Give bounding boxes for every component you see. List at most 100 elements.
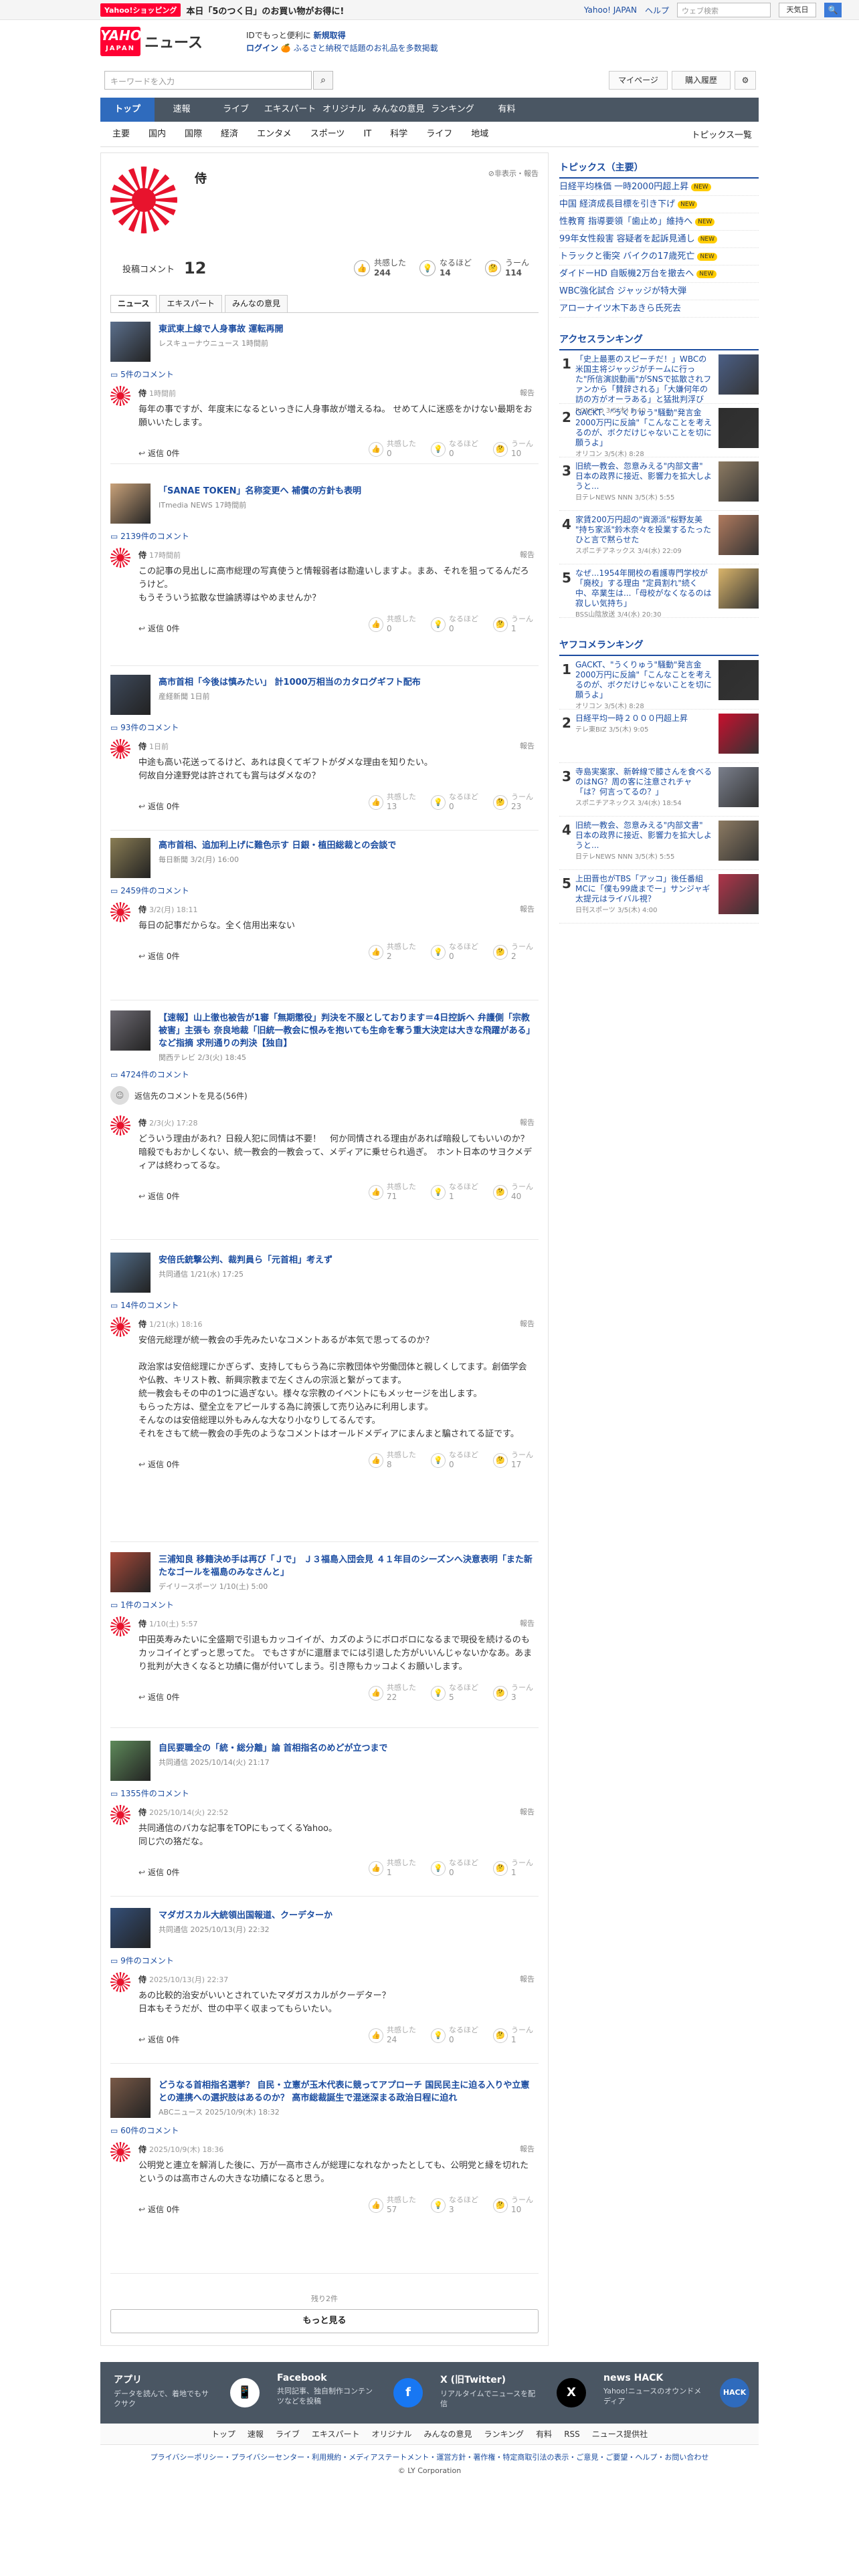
- insight-button[interactable]: 💡 なるほど 0: [431, 2026, 478, 2045]
- empathy-button[interactable]: 👍 共感した 24: [369, 2026, 416, 2045]
- search-icon[interactable]: ⌕: [313, 71, 333, 90]
- footer-nav-link[interactable]: エキスパート: [312, 2428, 360, 2440]
- article-thumbnail[interactable]: [110, 1552, 151, 1592]
- article-thumbnail[interactable]: [110, 1253, 151, 1293]
- hmm-button[interactable]: 🤔 うーん 1: [493, 1858, 533, 1878]
- article-title[interactable]: マダガスカル大統領出国報道、クーデターか 共同通信 2025/10/13(月) 2…: [159, 1909, 537, 1936]
- hmm-button[interactable]: 🤔 うーん 2: [493, 942, 533, 962]
- purchase-history-button[interactable]: 購入履歴: [672, 71, 731, 90]
- empathy-button[interactable]: 👍 共感した 2: [369, 942, 416, 962]
- report-link[interactable]: 報告: [520, 1318, 535, 1329]
- hmm-button[interactable]: 🤔 うーん 1: [493, 2026, 533, 2045]
- article-title[interactable]: 安倍氏銃撃公判、裁判員ら「元首相」考えず 共同通信 1/21(水) 17:25: [159, 1254, 537, 1281]
- commenter-avatar[interactable]: [110, 739, 130, 759]
- nav-tab-paid[interactable]: 有料: [480, 98, 534, 122]
- commenter-name[interactable]: 侍 1/10(土) 5:57: [138, 1618, 198, 1629]
- reply-button[interactable]: ↩ 返信 0件: [138, 1190, 179, 1202]
- empathy-button[interactable]: 👍 共感した 13: [369, 792, 416, 812]
- article-thumbnail[interactable]: [110, 1010, 151, 1051]
- reply-button[interactable]: ↩ 返信 0件: [138, 2034, 179, 2045]
- commenter-avatar[interactable]: [110, 1115, 130, 1136]
- gear-icon[interactable]: ⚙: [735, 71, 756, 90]
- hmm-button[interactable]: 🤔 うーん 10: [493, 2195, 533, 2215]
- category-life[interactable]: ライフ: [417, 122, 462, 147]
- reply-button[interactable]: ↩ 返信 0件: [138, 623, 179, 634]
- comment-count-link[interactable]: ▭ 9件のコメント: [110, 1955, 174, 1966]
- footer-nav-link[interactable]: ライブ: [276, 2428, 300, 2440]
- tab-opinion[interactable]: みんなの意見: [225, 295, 288, 312]
- article-thumbnail[interactable]: [110, 838, 151, 878]
- help-link[interactable]: ヘルプ: [645, 5, 669, 16]
- legal-links[interactable]: プライバシーポリシー・プライバシーセンター・利用規約・メディアステートメント・運…: [100, 2452, 759, 2464]
- empathy-button[interactable]: 👍 共感した 0: [369, 439, 416, 459]
- footer-nav-link[interactable]: みんなの意見: [424, 2428, 472, 2440]
- commenter-name[interactable]: 侍 2025/10/13(月) 22:37: [138, 1973, 228, 1985]
- comment-count-link[interactable]: ▭ 1355件のコメント: [110, 1788, 189, 1799]
- hide-report-link[interactable]: ⊘非表示・報告: [488, 168, 539, 179]
- ranking-item[interactable]: 1 GACKT、"うくりゅう"騒動"発言金2000万円に反論"「こんなことを考え…: [559, 656, 759, 710]
- category-world[interactable]: 国際: [175, 122, 211, 147]
- topic-item[interactable]: 中国 経済成長目標を引き下げ NEW: [559, 196, 759, 213]
- article-title[interactable]: 高市首相、追加利上げに難色示す 日銀・植田総裁との会談で 毎日新聞 3/2(月) …: [159, 839, 537, 866]
- weather-button[interactable]: 天気日: [779, 3, 816, 17]
- hmm-button[interactable]: 🤔 うーん 3: [493, 1683, 533, 1703]
- topic-item[interactable]: ダイドーHD 自販機2万台を撤去へ NEW: [559, 265, 759, 283]
- comment-count-link[interactable]: ▭ 5件のコメント: [110, 368, 174, 380]
- category-sports[interactable]: スポーツ: [301, 122, 355, 147]
- nav-tab-opinion[interactable]: みんなの意見: [371, 98, 425, 122]
- commenter-name[interactable]: 侍 2025/10/14(火) 22:52: [138, 1806, 228, 1818]
- commenter-avatar[interactable]: [110, 902, 130, 922]
- commenter-name[interactable]: 侍 1時間前: [138, 387, 176, 399]
- comment-count-link[interactable]: ▭ 1件のコメント: [110, 1599, 174, 1610]
- topic-item[interactable]: 99年女性殺害 容疑者を起訴見通し NEW: [559, 231, 759, 248]
- category-it[interactable]: IT: [354, 122, 381, 147]
- reply-button[interactable]: ↩ 返信 0件: [138, 2204, 179, 2215]
- hmm-button[interactable]: 🤔 うーん 23: [493, 792, 533, 812]
- reply-button[interactable]: ↩ 返信 0件: [138, 447, 179, 459]
- category-domestic[interactable]: 国内: [139, 122, 175, 147]
- report-link[interactable]: 報告: [520, 1973, 535, 1984]
- report-link[interactable]: 報告: [520, 740, 535, 751]
- report-link[interactable]: 報告: [520, 1117, 535, 1128]
- category-main[interactable]: 主要: [100, 122, 139, 147]
- ranking-item[interactable]: 2 日経平均一時２０００円超上昇 テレ東BIZ 3/5(木) 9:05: [559, 710, 759, 763]
- commenter-avatar[interactable]: [110, 1972, 130, 1992]
- report-link[interactable]: 報告: [520, 1618, 535, 1628]
- topic-item[interactable]: アローナイツ木下あきら氏死去: [559, 300, 759, 318]
- insight-button[interactable]: 💡 なるほど 1: [431, 1182, 478, 1202]
- insight-button[interactable]: 💡 なるほど 0: [431, 942, 478, 962]
- article-thumbnail[interactable]: [110, 1741, 151, 1781]
- load-more-button[interactable]: もっと見る: [110, 2309, 539, 2333]
- empathy-button[interactable]: 👍 共感した 1: [369, 1858, 416, 1878]
- ranking-item[interactable]: 3 旧統一教会、忽意みえる"内部文書" 日本の政界に接近、影響力を拡大しようと.…: [559, 457, 759, 511]
- article-title[interactable]: どうなる首相指名選挙？ 自民・立憲が玉木代表に競ってアプローチ 国民民主に迫る入…: [159, 2079, 537, 2119]
- nav-tab-live[interactable]: ライブ: [209, 98, 263, 122]
- article-title[interactable]: 「SANAE TOKEN」名称変更へ 補償の方針も表明 ITmedia NEWS …: [159, 485, 537, 512]
- ranking-item[interactable]: 2 GACKT、"うくりゅう"騒動"発言金2000万円に反論"「こんなことを考え…: [559, 404, 759, 458]
- empathy-button[interactable]: 👍 共感した 71: [369, 1182, 416, 1202]
- footer-nav-link[interactable]: 速報: [248, 2428, 264, 2440]
- insight-button[interactable]: 💡 なるほど 5: [431, 1683, 478, 1703]
- nav-tab-expert[interactable]: エキスパート: [263, 98, 317, 122]
- comment-count-link[interactable]: ▭ 2139件のコメント: [110, 530, 189, 542]
- nav-tab-breaking[interactable]: 速報: [155, 98, 209, 122]
- topic-item[interactable]: WBC強化試合 ジャッジが特大弾: [559, 283, 759, 300]
- report-link[interactable]: 報告: [520, 903, 535, 914]
- yahoo-logo[interactable]: YAHOO! JAPAN: [100, 27, 159, 56]
- report-link[interactable]: 報告: [520, 1806, 535, 1817]
- commenter-avatar[interactable]: [110, 386, 130, 406]
- tab-news[interactable]: ニュース: [110, 295, 157, 312]
- footer-nav-link[interactable]: 有料: [536, 2428, 552, 2440]
- category-entertainment[interactable]: エンタメ: [248, 122, 301, 147]
- commenter-avatar[interactable]: [110, 1805, 130, 1825]
- insight-button[interactable]: 💡 なるほど 3: [431, 2195, 478, 2215]
- footer-app[interactable]: アプリ データを読んで、着地でもサクサク 📱: [114, 2373, 268, 2413]
- ranking-item[interactable]: 4 旧統一教会、忽意みえる"内部文書" 日本の政界に接近、影響力を拡大しようと.…: [559, 817, 759, 870]
- topic-item[interactable]: 性教育 指導要領「歯止め」維持へ NEW: [559, 213, 759, 231]
- footer-news-hack[interactable]: news HACK Yahoo!ニュースのオウンドメディア HACK: [603, 2373, 757, 2413]
- nav-tab-ranking[interactable]: ランキング: [425, 98, 480, 122]
- commenter-avatar[interactable]: [110, 1317, 130, 1337]
- web-search-input[interactable]: ウェブ検索: [677, 3, 771, 17]
- tab-expert[interactable]: エキスパート: [159, 295, 223, 312]
- commenter-name[interactable]: 侍 3/2(月) 18:11: [138, 903, 198, 915]
